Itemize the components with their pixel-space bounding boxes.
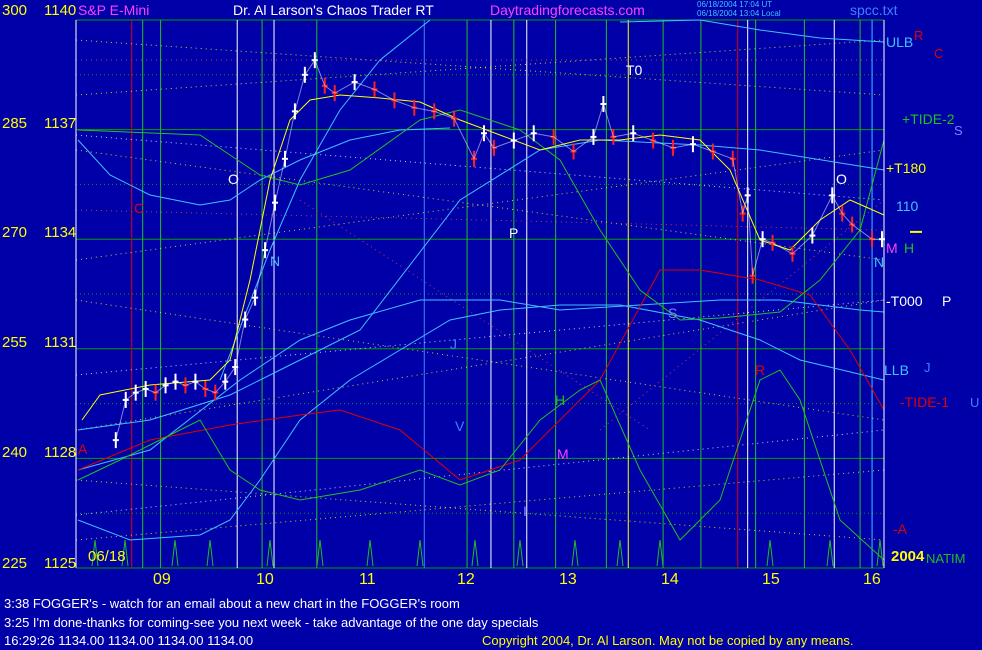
- a-label: -A: [893, 521, 907, 537]
- timestamp-local: 06/18/2004 13:04 Local: [697, 9, 781, 18]
- c-marker-label: C: [134, 200, 145, 216]
- t000-label: -T000: [886, 293, 923, 309]
- h-label: H: [904, 240, 915, 256]
- chart-window: S&P E-Mini Dr. Al Larson's Chaos Trader …: [0, 0, 982, 650]
- o-marker-label: O: [836, 171, 847, 187]
- data-file-label: spcc.txt: [850, 2, 898, 18]
- status-line: 16:29:26 1134.00 1134.00 1134.00 1134.00: [4, 633, 254, 648]
- chart-title: Dr. Al Larson's Chaos Trader RT: [233, 2, 434, 18]
- y-tick-left: 255: [2, 334, 28, 351]
- o-label: O: [228, 171, 239, 187]
- t180-label: +T180: [886, 160, 927, 176]
- tide-plus-2-label: +TIDE-2: [902, 111, 955, 127]
- c-label: C: [934, 46, 944, 61]
- m-label: M: [886, 240, 898, 256]
- y-tick-left: 285: [2, 115, 28, 132]
- llb-label: LLB: [884, 362, 909, 378]
- timestamp-ut: 06/18/2004 17:04 UT: [697, 0, 773, 9]
- y-tick-price: 1134: [44, 224, 77, 241]
- x-tick: 16: [863, 571, 881, 588]
- y-tick-left: 300: [2, 2, 28, 19]
- y-tick-left: 225: [2, 555, 28, 572]
- tide-minus-1-label: -TIDE-1: [900, 394, 949, 410]
- v-marker-label: V: [455, 418, 465, 434]
- copyright-line: Copyright 2004, Dr. Al Larson. May not b…: [482, 633, 854, 648]
- y-tick-price: 1125: [44, 555, 77, 572]
- site-label: Daytradingforecasts.com: [490, 2, 645, 18]
- n-marker-label: N: [270, 253, 281, 269]
- u-label: U: [970, 395, 980, 410]
- p-label: P: [942, 293, 952, 309]
- x-tick: 11: [359, 571, 376, 588]
- s-label: S: [954, 123, 963, 138]
- r-label: R: [914, 28, 924, 43]
- message-line-1: 3:38 FOGGER's - watch for an email about…: [4, 596, 460, 611]
- m-marker-label: M: [557, 446, 569, 462]
- a-marker-label: A: [78, 441, 88, 457]
- i-marker-label: I: [523, 503, 527, 519]
- j-marker-label: J: [450, 336, 457, 352]
- y-tick-price: 1128: [44, 444, 77, 461]
- x-tick: 15: [762, 571, 780, 588]
- date-label: 06/18: [88, 548, 126, 565]
- message-line-2: 3:25 I'm done-thanks for coming-see you …: [4, 615, 539, 630]
- x-tick: 13: [559, 571, 577, 588]
- p-marker-label: P: [509, 225, 519, 241]
- x-tick: 12: [457, 571, 475, 588]
- h-marker-label: H: [555, 392, 566, 408]
- j-label: J: [924, 360, 931, 375]
- level-110-label: 110: [896, 198, 919, 214]
- x-tick: 09: [153, 571, 171, 588]
- y-tick-left: 240: [2, 444, 28, 461]
- y-tick-price: 1137: [44, 115, 77, 132]
- ulb-label: ULB: [886, 34, 914, 50]
- y-tick-price: 1140: [44, 2, 77, 19]
- instrument-label: S&P E-Mini: [78, 2, 150, 18]
- n-label: N: [874, 254, 885, 270]
- x-tick: 14: [661, 571, 679, 588]
- y-tick-price: 1131: [44, 334, 77, 351]
- r-marker-label: R: [755, 362, 766, 378]
- x-tick: 10: [256, 571, 274, 588]
- chart-canvas: [0, 0, 982, 650]
- t0-label: T0: [626, 62, 643, 78]
- y-tick-left: 270: [2, 224, 28, 241]
- natim-label: NATIM: [926, 551, 966, 566]
- year-label: 2004: [891, 548, 925, 565]
- s-marker-label: S: [668, 305, 678, 321]
